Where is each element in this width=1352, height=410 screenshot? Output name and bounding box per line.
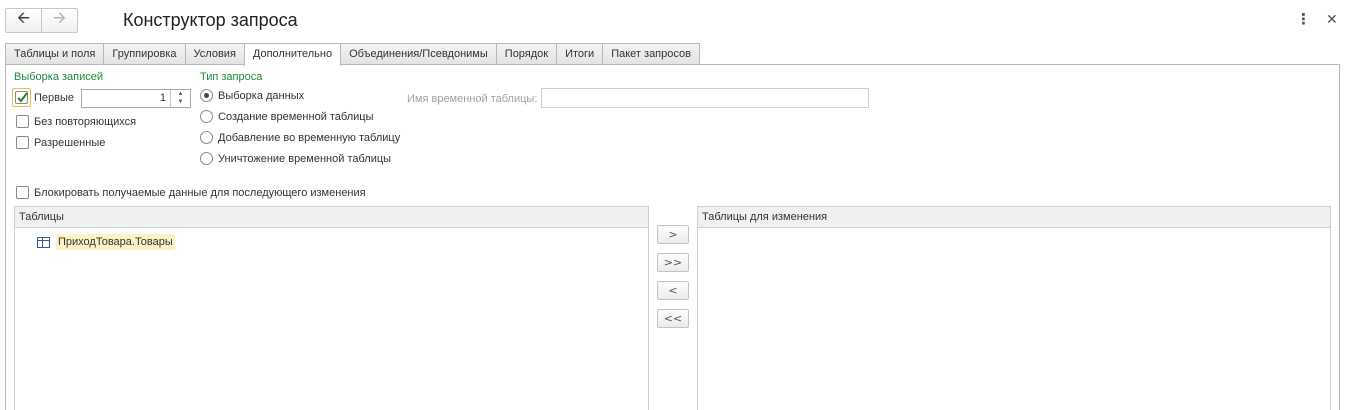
stepper-up-icon[interactable]: ▲ bbox=[171, 90, 190, 98]
back-button[interactable]: 🡨 bbox=[6, 9, 41, 32]
radio-drop-temp-table[interactable] bbox=[200, 152, 213, 165]
list-item[interactable]: ПриходТовара.Товары bbox=[37, 233, 175, 251]
more-actions-icon[interactable]: ⋮ bbox=[1296, 10, 1311, 28]
allowed-checkbox[interactable] bbox=[16, 136, 29, 149]
forward-button[interactable]: 🡪 bbox=[41, 9, 77, 32]
list-item-label: ПриходТовара.Товары bbox=[56, 234, 175, 250]
temp-table-name-label: Имя временной таблицы: bbox=[407, 93, 538, 105]
radio-add-to-temp-table-label: Добавление во временную таблицу bbox=[218, 132, 401, 144]
tab-grouping[interactable]: Группировка bbox=[103, 43, 186, 65]
distinct-checkbox[interactable] bbox=[16, 115, 29, 128]
remove-button[interactable]: < bbox=[657, 281, 689, 300]
tab-tables-and-fields[interactable]: Таблицы и поля bbox=[5, 43, 105, 65]
checkmark-icon bbox=[17, 92, 28, 103]
arrow-left-icon: 🡨 bbox=[17, 10, 30, 27]
tab-totals[interactable]: Итоги bbox=[556, 43, 604, 65]
title-bar: 🡨 🡪 Конструктор запроса ⋮ ✕ bbox=[0, 0, 1352, 40]
stepper-arrows: ▲ ▼ bbox=[170, 90, 190, 107]
record-selection-label: Выборка записей bbox=[14, 71, 104, 83]
allowed-label: Разрешенные bbox=[34, 137, 106, 149]
arrow-right-icon: 🡪 bbox=[53, 10, 66, 27]
tab-additional[interactable]: Дополнительно bbox=[243, 43, 342, 66]
first-checkbox[interactable] bbox=[12, 88, 31, 107]
close-icon[interactable]: ✕ bbox=[1326, 11, 1338, 28]
navigation-group: 🡨 🡪 bbox=[5, 8, 78, 33]
distinct-label: Без повторяющихся bbox=[34, 116, 137, 128]
tab-unions-aliases[interactable]: Объединения/Псевдонимы bbox=[340, 43, 497, 65]
radio-drop-temp-table-label: Уничтожение временной таблицы bbox=[218, 153, 392, 165]
tab-strip: Таблицы и поля Группировка Условия Допол… bbox=[5, 43, 700, 66]
tables-for-change-list[interactable]: Таблицы для изменения bbox=[697, 206, 1331, 410]
tables-for-change-header: Таблицы для изменения bbox=[698, 207, 1330, 228]
query-type-label: Тип запроса bbox=[200, 71, 263, 83]
radio-create-temp-table[interactable] bbox=[200, 110, 213, 123]
remove-all-button[interactable]: << bbox=[657, 309, 689, 328]
temp-table-name-input[interactable] bbox=[541, 88, 869, 108]
table-icon bbox=[37, 236, 50, 248]
add-button[interactable]: > bbox=[657, 225, 689, 244]
first-count-stepper[interactable]: 1 ▲ ▼ bbox=[81, 89, 191, 108]
radio-select-data[interactable] bbox=[200, 89, 213, 102]
tables-list[interactable]: Таблицы ПриходТовара.Товары bbox=[14, 206, 649, 410]
lock-checkbox[interactable] bbox=[16, 186, 29, 199]
radio-select-data-label: Выборка данных bbox=[218, 90, 305, 102]
stepper-down-icon[interactable]: ▼ bbox=[171, 98, 190, 106]
tables-list-header: Таблицы bbox=[15, 207, 648, 228]
radio-create-temp-table-label: Создание временной таблицы bbox=[218, 111, 374, 123]
window-title: Конструктор запроса bbox=[123, 10, 298, 30]
lock-label: Блокировать получаемые данные для послед… bbox=[34, 187, 366, 199]
add-all-button[interactable]: >> bbox=[657, 253, 689, 272]
radio-add-to-temp-table[interactable] bbox=[200, 131, 213, 144]
first-count-value: 1 bbox=[159, 92, 166, 104]
tab-order[interactable]: Порядок bbox=[495, 43, 558, 65]
tab-query-batch[interactable]: Пакет запросов bbox=[602, 43, 700, 65]
first-label: Первые bbox=[34, 92, 75, 104]
tab-conditions[interactable]: Условия bbox=[184, 43, 245, 65]
